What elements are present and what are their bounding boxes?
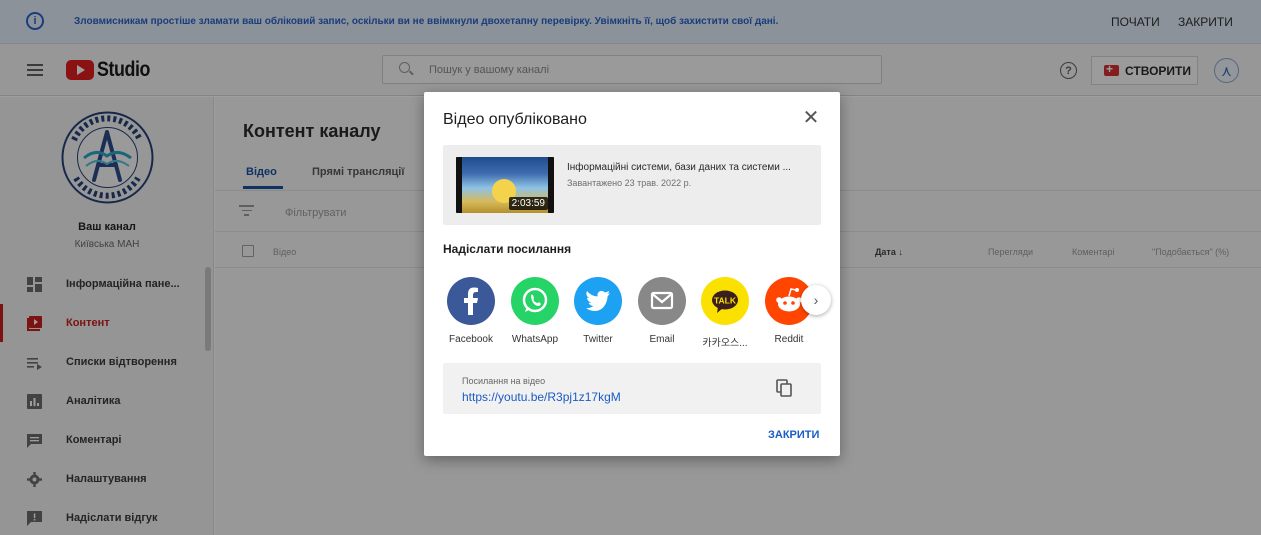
- share-facebook-button[interactable]: [447, 277, 495, 325]
- share-whatsapp-label: WhatsApp: [511, 334, 559, 345]
- share-twitter-label: Twitter: [583, 334, 613, 345]
- video-published-dialog: Відео опубліковано ✕ 2:03:59 Інформаційн…: [424, 92, 840, 456]
- chevron-right-icon[interactable]: ›: [801, 285, 831, 315]
- share-kakaotalk-button[interactable]: TALK: [701, 277, 749, 325]
- facebook-icon: [464, 287, 478, 315]
- twitter-icon: [586, 290, 610, 311]
- share-twitter-button[interactable]: [574, 277, 622, 325]
- video-card[interactable]: 2:03:59 Інформаційні системи, бази даних…: [443, 145, 821, 225]
- svg-text:TALK: TALK: [714, 296, 737, 306]
- kakaotalk-icon: TALK: [712, 290, 738, 313]
- share-facebook-label: Facebook: [449, 334, 493, 345]
- share-kakaotalk-label: 카카오스...: [702, 338, 748, 349]
- share-reddit-label: Reddit: [774, 334, 804, 345]
- video-upload-date: Завантажено 23 трав. 2022 р.: [567, 178, 692, 188]
- video-link-label: Посилання на відео: [462, 376, 546, 386]
- video-link-url[interactable]: https://youtu.be/R3pj1z17kgM: [462, 390, 621, 404]
- video-link-box: Посилання на відео https://youtu.be/R3pj…: [443, 363, 821, 414]
- whatsapp-icon: [522, 287, 548, 313]
- video-title: Інформаційні системи, бази даних та сист…: [567, 162, 791, 173]
- video-duration: 2:03:59: [508, 197, 548, 210]
- share-email-button[interactable]: [638, 277, 686, 325]
- share-email-label: Email: [649, 334, 675, 345]
- share-whatsapp-button[interactable]: [511, 277, 559, 325]
- dialog-close-button[interactable]: ЗАКРИТИ: [768, 429, 819, 441]
- close-icon[interactable]: ✕: [800, 107, 822, 129]
- video-thumbnail[interactable]: 2:03:59: [456, 157, 554, 213]
- share-title: Надіслати посилання: [443, 242, 572, 256]
- email-icon: [650, 291, 674, 310]
- copy-icon[interactable]: [776, 379, 792, 397]
- dialog-title: Відео опубліковано: [443, 111, 587, 128]
